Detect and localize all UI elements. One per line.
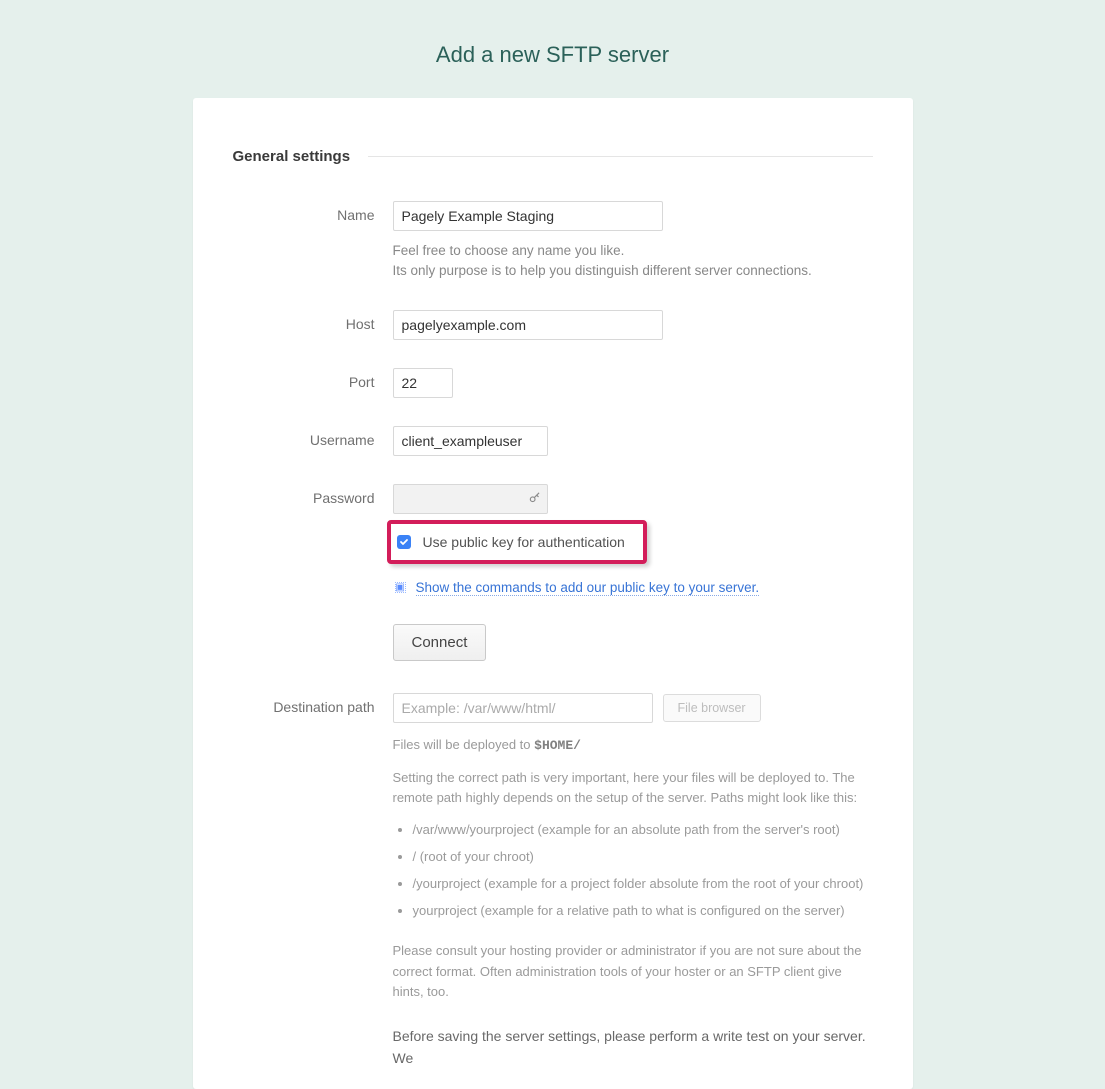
path-example-2: /yourproject (example for a project fold… [413,876,873,893]
row-host: Host [233,310,873,340]
show-commands-link[interactable]: Show the commands to add our public key … [416,580,760,596]
username-input[interactable] [393,426,548,456]
expand-icon[interactable]: ▣ [395,582,406,593]
dest-help-1: Setting the correct path is very importa… [393,768,873,808]
path-examples-list: /var/www/yourproject (example for an abs… [393,822,873,920]
pubkey-highlight: Use public key for authentication [387,520,647,564]
host-input[interactable] [393,310,663,340]
label-username: Username [233,426,393,456]
row-name: Name Feel free to choose any name you li… [233,201,873,282]
row-port: Port [233,368,873,398]
name-help: Feel free to choose any name you like. I… [393,241,873,282]
section-title: General settings [233,148,351,165]
file-browser-button[interactable]: File browser [663,694,761,722]
path-example-3: yourproject (example for a relative path… [413,903,873,920]
connect-button[interactable]: Connect [393,624,487,661]
label-port: Port [233,368,393,398]
show-commands-row: ▣ Show the commands to add our public ke… [393,580,873,596]
form-panel: General settings Name Feel free to choos… [193,98,913,1089]
section-header-general: General settings [233,148,873,165]
label-name: Name [233,201,393,282]
divider [368,156,872,157]
name-help-2: Its only purpose is to help you distingu… [393,261,873,281]
path-example-0: /var/www/yourproject (example for an abs… [413,822,873,839]
page-title: Add a new SFTP server [0,0,1105,98]
destination-input[interactable] [393,693,653,723]
path-example-1: / (root of your chroot) [413,849,873,866]
label-destination: Destination path [233,693,393,1070]
dest-help-3: Before saving the server settings, pleas… [393,1026,873,1069]
pubkey-label: Use public key for authentication [423,534,625,550]
row-destination: Destination path File browser Files will… [233,693,873,1070]
row-password: Password Use public key for authenticati… [233,484,873,661]
pubkey-checkbox[interactable] [397,535,411,549]
label-password: Password [233,484,393,661]
password-input[interactable] [393,484,548,514]
dest-help-2: Please consult your hosting provider or … [393,941,873,1001]
deployed-to: Files will be deployed to $HOME/ [393,735,873,756]
port-input[interactable] [393,368,453,398]
label-host: Host [233,310,393,340]
deployed-prefix: Files will be deployed to [393,737,535,752]
row-username: Username [233,426,873,456]
name-input[interactable] [393,201,663,231]
deployed-path: $HOME/ [534,738,581,753]
key-icon [528,490,542,507]
name-help-1: Feel free to choose any name you like. [393,241,873,261]
